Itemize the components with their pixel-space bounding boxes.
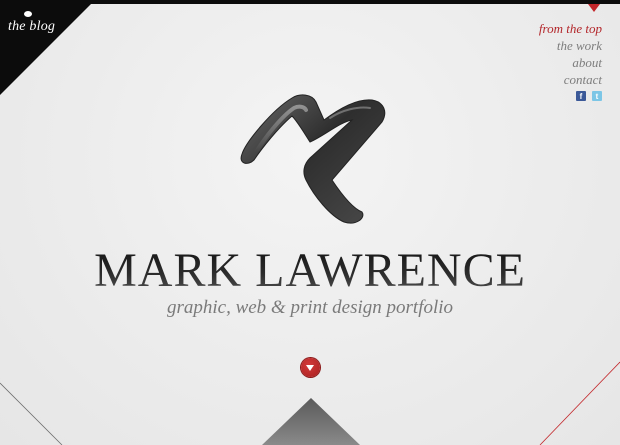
scroll-down-button[interactable] [301,358,320,377]
m-monogram-logo [240,94,386,224]
page: the blog from the top the work about con… [0,0,620,445]
site-title: MARK LAWRENCE [0,243,620,298]
bottom-triangle [262,398,360,445]
site-tagline: graphic, web & print design portfolio [166,297,454,318]
